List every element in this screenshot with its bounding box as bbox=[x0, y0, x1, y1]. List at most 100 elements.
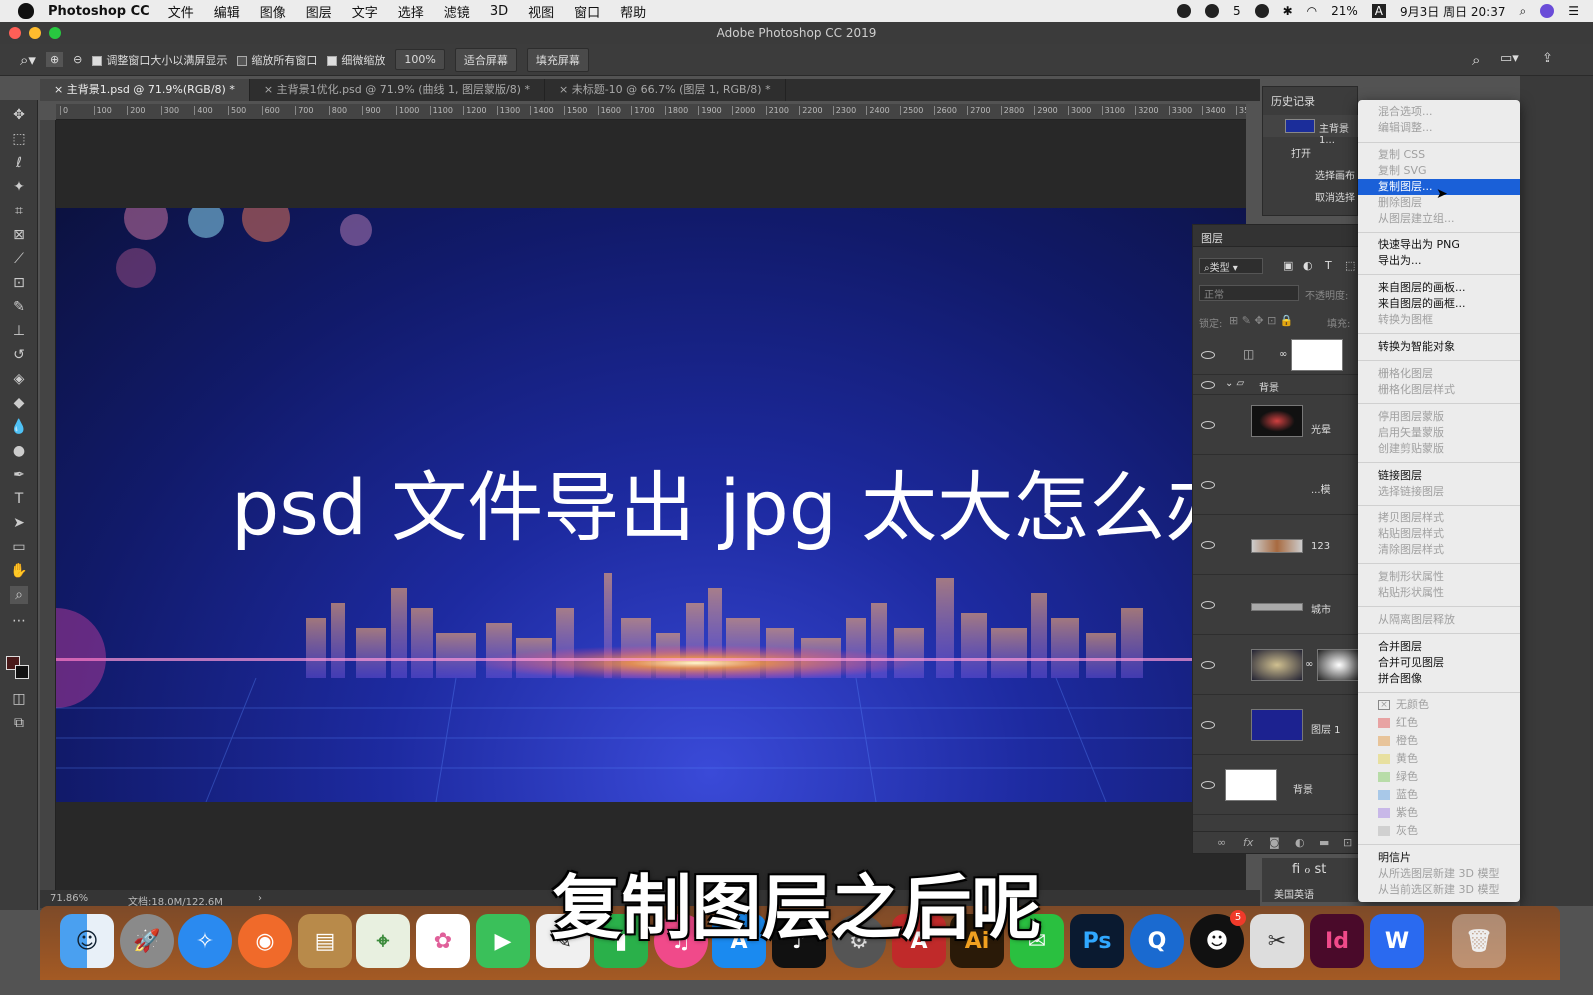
menu-item-paste-style[interactable]: 粘贴图层样式 bbox=[1378, 526, 1520, 542]
lasso-tool-icon[interactable]: ℓ bbox=[10, 154, 28, 172]
more-tools-icon[interactable]: ⋯ bbox=[10, 612, 28, 630]
menu-item-group-from-layers[interactable]: 从图层建立组... bbox=[1378, 211, 1520, 227]
eye-icon[interactable] bbox=[1201, 541, 1215, 549]
magic-wand-icon[interactable]: ✦ bbox=[10, 178, 28, 196]
scrubby-zoom-option[interactable]: 细微缩放 bbox=[327, 52, 385, 68]
layer-row[interactable]: 背景 bbox=[1193, 755, 1361, 815]
history-step[interactable]: 打开 bbox=[1291, 145, 1311, 160]
zoom-window-button[interactable] bbox=[49, 27, 61, 39]
menu-file[interactable]: 文件 bbox=[168, 2, 194, 21]
menu-image[interactable]: 图像 bbox=[260, 2, 286, 21]
menu-item-blue[interactable]: 蓝色 bbox=[1378, 787, 1520, 803]
zoom-tool-icon[interactable]: ⌕▾ bbox=[20, 51, 36, 69]
record-icon[interactable] bbox=[1176, 4, 1191, 18]
menu-view[interactable]: 视图 bbox=[528, 2, 554, 21]
quick-mask-icon[interactable]: ◫ bbox=[10, 690, 28, 708]
fill-screen-button[interactable]: 填充屏幕 bbox=[526, 47, 589, 72]
blur-tool-icon[interactable]: 💧 bbox=[10, 418, 28, 436]
paint-bucket-icon[interactable]: ◆ bbox=[10, 394, 28, 412]
filter-type-icon[interactable]: T bbox=[1325, 259, 1332, 272]
menu-item-yellow[interactable]: 黄色 bbox=[1378, 751, 1520, 767]
menu-item-violet[interactable]: 紫色 bbox=[1378, 805, 1520, 821]
notification-badge[interactable]: 5 bbox=[1233, 4, 1241, 18]
siri-icon[interactable] bbox=[1540, 4, 1555, 18]
background-color-swatch[interactable] bbox=[15, 665, 29, 679]
menu-item-red[interactable]: 红色 bbox=[1378, 715, 1520, 731]
clock-icon[interactable] bbox=[1254, 4, 1269, 18]
filter-image-icon[interactable]: ▣ bbox=[1283, 259, 1293, 272]
menu-item-blending-options[interactable]: 混合选项... bbox=[1378, 104, 1520, 120]
menu-item-release-isolation[interactable]: 从隔离图层释放 bbox=[1378, 612, 1520, 628]
layer-group-background[interactable]: ⌄ ▱ 背景 bbox=[1193, 375, 1361, 395]
type-tool-icon[interactable]: T bbox=[10, 490, 28, 508]
layers-tab[interactable]: 图层 bbox=[1201, 230, 1223, 246]
menu-window[interactable]: 窗口 bbox=[574, 2, 600, 21]
menu-item-export-as[interactable]: 导出为... bbox=[1378, 253, 1520, 269]
history-brush-icon[interactable]: ↺ bbox=[10, 346, 28, 364]
menu-select[interactable]: 选择 bbox=[398, 2, 424, 21]
layer-row[interactable]: 123 bbox=[1193, 515, 1361, 575]
checkbox-icon[interactable] bbox=[237, 55, 248, 66]
input-method[interactable]: A bbox=[1371, 4, 1387, 18]
tab-document-1[interactable]: × 主背景1.psd @ 71.9%(RGB/8) * bbox=[40, 79, 250, 101]
fit-screen-button[interactable]: 适合屏幕 bbox=[454, 47, 517, 72]
search-icon[interactable]: ⌕ bbox=[1472, 51, 1480, 69]
eye-icon[interactable] bbox=[1201, 781, 1215, 789]
menu-item-quick-export-png[interactable]: 快速导出为 PNG bbox=[1378, 237, 1520, 253]
screen-mode-icon[interactable]: ⧉ bbox=[10, 714, 28, 732]
menu-item-enable-vector-mask[interactable]: 启用矢量蒙版 bbox=[1378, 425, 1520, 441]
move-tool-icon[interactable]: ✥ bbox=[10, 106, 28, 124]
control-center-icon[interactable]: ☰ bbox=[1568, 4, 1579, 18]
zoom-tool-icon[interactable]: ⌕ bbox=[10, 586, 28, 604]
wifi-icon[interactable]: ◠ bbox=[1307, 4, 1317, 18]
eye-icon[interactable] bbox=[1201, 481, 1215, 489]
close-window-button[interactable] bbox=[9, 27, 21, 39]
workspace-icon[interactable]: ▭▾ bbox=[1500, 51, 1519, 66]
eraser-tool-icon[interactable]: ◈ bbox=[10, 370, 28, 388]
new-group-icon[interactable]: ▬ bbox=[1319, 836, 1329, 849]
lock-icons[interactable]: ⊞ ✎ ✥ ⊡ 🔒 bbox=[1229, 314, 1294, 327]
menu-item-edit-adjustment[interactable]: 编辑调整... bbox=[1378, 120, 1520, 136]
minimize-window-button[interactable] bbox=[29, 27, 41, 39]
search-icon[interactable]: ⌕ bbox=[1520, 4, 1527, 19]
menu-item-rasterize-layer[interactable]: 栅格化图层 bbox=[1378, 366, 1520, 382]
blend-mode-select[interactable]: 正常 bbox=[1199, 285, 1299, 301]
pen-tool-icon[interactable]: ✒ bbox=[10, 466, 28, 484]
menu-item-clear-style[interactable]: 清除图层样式 bbox=[1378, 542, 1520, 558]
menu-help[interactable]: 帮助 bbox=[620, 2, 646, 21]
eye-icon[interactable] bbox=[1201, 661, 1215, 669]
bluetooth-icon[interactable]: ✱ bbox=[1283, 4, 1293, 18]
rectangle-tool-icon[interactable]: ▭ bbox=[10, 538, 28, 556]
menu-item-merge-layers[interactable]: 合并图层 bbox=[1378, 639, 1520, 655]
menu-item-copy-svg[interactable]: 复制 SVG bbox=[1378, 163, 1520, 179]
share-icon[interactable]: ⇪ bbox=[1542, 51, 1553, 66]
hand-tool-icon[interactable]: ✋ bbox=[10, 562, 28, 580]
path-select-icon[interactable]: ➤ bbox=[10, 514, 28, 532]
menu-item-delete-layer[interactable]: 删除图层 bbox=[1378, 195, 1520, 211]
menu-item-copy-shape-attr[interactable]: 复制形状属性 bbox=[1378, 569, 1520, 585]
menu-item-convert-to-frame[interactable]: 转换为图框 bbox=[1378, 312, 1520, 328]
fx-icon[interactable]: fx bbox=[1243, 836, 1253, 849]
layer-filter-select[interactable]: ⌕类型 ▾ bbox=[1199, 258, 1263, 274]
menu-layer[interactable]: 图层 bbox=[306, 2, 332, 21]
menu-item-select-linked[interactable]: 选择链接图层 bbox=[1378, 484, 1520, 500]
datetime[interactable]: 9月3日 周日 20:37 bbox=[1400, 3, 1505, 20]
link-layers-icon[interactable]: ∞ bbox=[1217, 836, 1226, 849]
menu-item-gray[interactable]: 灰色 bbox=[1378, 823, 1520, 839]
frame-tool-icon[interactable]: ⊠ bbox=[10, 226, 28, 244]
adjustment-layer-icon[interactable]: ◐ bbox=[1295, 836, 1305, 849]
eye-icon[interactable] bbox=[1201, 421, 1215, 429]
menu-item-no-color[interactable]: × 无颜色 bbox=[1378, 697, 1520, 713]
checkbox-icon[interactable] bbox=[92, 55, 103, 66]
battery-text[interactable]: 21% bbox=[1331, 4, 1358, 18]
layer-row[interactable]: 图层 1 bbox=[1193, 695, 1361, 755]
menu-item-copy-style[interactable]: 拷贝图层样式 bbox=[1378, 510, 1520, 526]
menu-item-frame-from-layers[interactable]: 来自图层的画框... bbox=[1378, 296, 1520, 312]
layer-row[interactable]: ∞ bbox=[1193, 635, 1361, 695]
tab-document-3[interactable]: × 未标题-10 @ 66.7% (图层 1, RGB/8) * bbox=[545, 79, 786, 101]
menu-type[interactable]: 文字 bbox=[352, 2, 378, 21]
new-layer-icon[interactable]: ⊡ bbox=[1343, 836, 1352, 849]
add-mask-icon[interactable]: ◙ bbox=[1269, 836, 1280, 849]
eye-icon[interactable] bbox=[1201, 351, 1215, 359]
marquee-tool-icon[interactable]: ⬚ bbox=[10, 130, 28, 148]
